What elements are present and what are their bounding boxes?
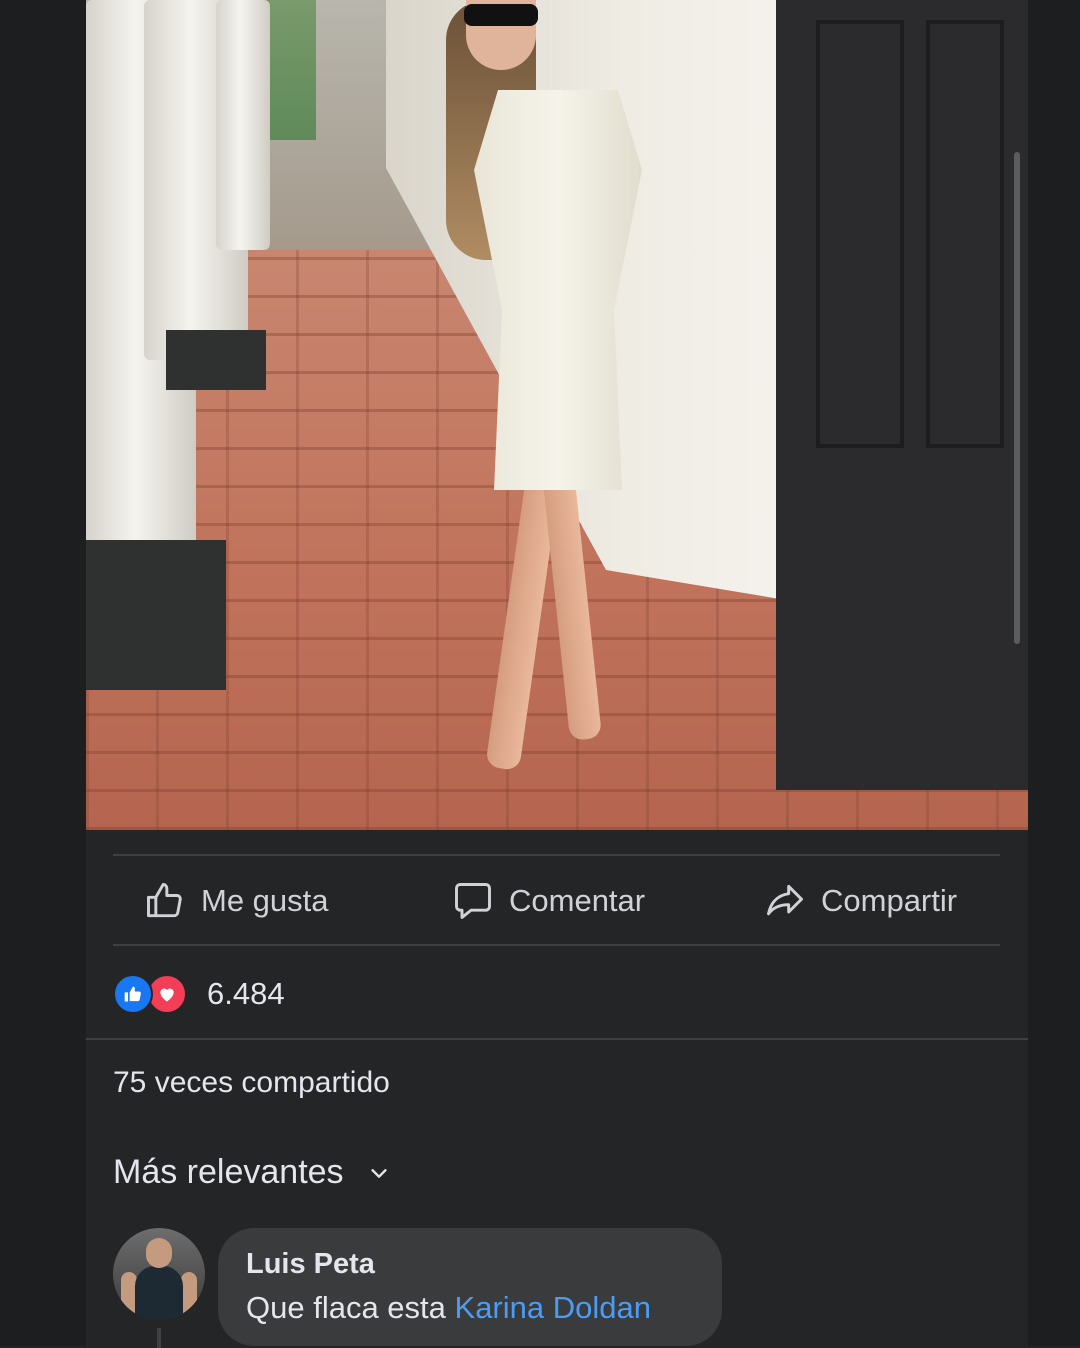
share-count[interactable]: 75 veces compartido: [113, 1066, 390, 1100]
divider: [113, 944, 1000, 946]
comment-author[interactable]: Luis Peta: [246, 1248, 375, 1281]
comment-label: Comentar: [509, 883, 646, 918]
chevron-down-icon: [370, 1168, 387, 1178]
like-reaction-icon: [113, 974, 153, 1014]
like-label: Me gusta: [201, 883, 329, 918]
comment-sort-dropdown[interactable]: Más relevantes: [113, 1153, 390, 1192]
comment-button[interactable]: Comentar: [451, 879, 645, 923]
share-label: Compartir: [821, 883, 958, 918]
comment-body: Que flaca esta: [246, 1290, 455, 1325]
right-margin: [1028, 0, 1080, 1346]
scrollbar[interactable]: [1014, 152, 1020, 644]
comment-icon: [455, 883, 491, 919]
comment-bubble: Luis Peta Que flaca esta Karina Doldan: [218, 1228, 722, 1346]
post-card: Me gusta Comentar Compartir 6.484 75 vec…: [86, 0, 1028, 1348]
mention-link[interactable]: Karina Doldan: [455, 1290, 651, 1325]
share-button[interactable]: Compartir: [763, 879, 957, 923]
reaction-count: 6.484: [207, 976, 285, 1011]
share-icon: [767, 884, 803, 916]
reaction-summary[interactable]: 6.484: [113, 972, 285, 1016]
post-photo[interactable]: [86, 0, 1028, 830]
thumbs-up-icon: [147, 883, 182, 918]
like-button[interactable]: Me gusta: [143, 879, 329, 923]
thread-line: [157, 1328, 161, 1348]
divider: [113, 854, 1000, 856]
divider: [86, 1038, 1028, 1040]
sort-label: Más relevantes: [113, 1153, 344, 1191]
love-reaction-icon: [147, 974, 187, 1014]
left-margin: [0, 0, 86, 1346]
action-bar: Me gusta Comentar Compartir: [113, 857, 1000, 945]
comment-text: Que flaca esta Karina Doldan: [246, 1290, 651, 1326]
avatar[interactable]: [113, 1228, 205, 1320]
